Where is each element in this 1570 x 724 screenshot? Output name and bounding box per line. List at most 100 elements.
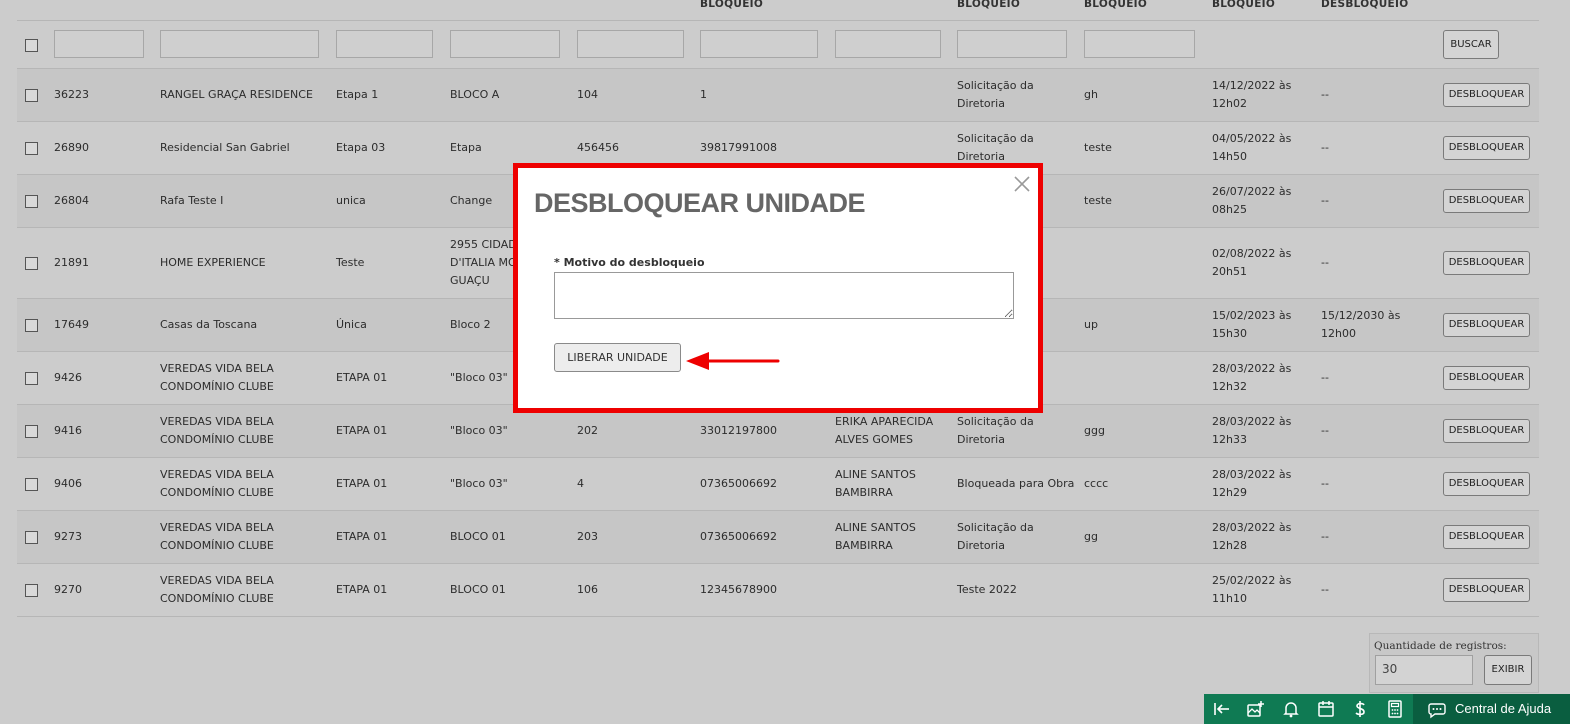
row-checkbox[interactable] bbox=[25, 584, 38, 597]
dollar-icon[interactable] bbox=[1350, 699, 1370, 719]
filter-cliente-input[interactable] bbox=[835, 30, 941, 58]
row-data-desbloqueio: -- bbox=[1321, 530, 1329, 543]
row-cliente: ALINE SANTOS BAMBIRRA bbox=[835, 468, 916, 499]
modal-title: DESBLOQUEAR UNIDADE bbox=[534, 188, 866, 218]
row-etapa: Única bbox=[336, 318, 367, 331]
motivo-textarea[interactable] bbox=[554, 272, 1014, 319]
buscar-button[interactable]: BUSCAR bbox=[1443, 30, 1499, 59]
liberar-unidade-button[interactable]: LIBERAR UNIDADE bbox=[554, 343, 681, 372]
row-unidade: 202 bbox=[577, 424, 598, 437]
row-empreendimento: Rafa Teste I bbox=[160, 194, 224, 207]
registros-label: Quantidade de registros: bbox=[1374, 640, 1507, 652]
row-data-bloqueio: 28/03/2022 às 12h29 bbox=[1212, 468, 1292, 499]
filter-cpf-input[interactable] bbox=[700, 30, 818, 58]
row-checkbox[interactable] bbox=[25, 257, 38, 270]
row-cpf: 39817991008 bbox=[700, 141, 777, 154]
table-row: 36223 RANGEL GRAÇA RESIDENCE Etapa 1 BLOCO … bbox=[17, 69, 1539, 122]
desbloquear-button[interactable]: DESBLOQUEAR bbox=[1443, 366, 1530, 390]
arrow-annotation-icon bbox=[686, 352, 780, 370]
table-header: BLOQUEIO BLOQUEIO BLOQUEIO BLOQUEIO DESB… bbox=[17, 0, 1539, 21]
row-data-desbloqueio: -- bbox=[1321, 583, 1329, 596]
row-checkbox[interactable] bbox=[25, 89, 38, 102]
exibir-button[interactable]: EXIBIR bbox=[1484, 655, 1532, 685]
select-all-checkbox[interactable] bbox=[25, 39, 38, 52]
row-data-desbloqueio: 15/12/2030 às 12h00 bbox=[1321, 309, 1401, 340]
row-id: 17649 bbox=[54, 318, 89, 331]
filter-row: BUSCAR bbox=[17, 21, 1539, 69]
filter-motivo-input[interactable] bbox=[957, 30, 1067, 58]
row-checkbox[interactable] bbox=[25, 372, 38, 385]
registros-input[interactable]: 30 bbox=[1375, 655, 1473, 685]
row-empreendimento: Residencial San Gabriel bbox=[160, 141, 290, 154]
row-bloco: Change bbox=[450, 194, 493, 207]
desbloquear-button[interactable]: DESBLOQUEAR bbox=[1443, 83, 1530, 107]
desbloquear-button[interactable]: DESBLOQUEAR bbox=[1443, 525, 1530, 549]
desbloquear-button[interactable]: DESBLOQUEAR bbox=[1443, 472, 1530, 496]
add-widget-icon[interactable] bbox=[1246, 699, 1266, 719]
row-etapa: unica bbox=[336, 194, 366, 207]
desbloquear-button[interactable]: DESBLOQUEAR bbox=[1443, 251, 1530, 275]
row-id: 9406 bbox=[54, 477, 82, 490]
row-obs: up bbox=[1084, 318, 1098, 331]
row-unidade: 106 bbox=[577, 583, 598, 596]
row-empreendimento: RANGEL GRAÇA RESIDENCE bbox=[160, 88, 313, 101]
row-motivo: Solicitação da Diretoria bbox=[957, 132, 1034, 163]
row-obs: gg bbox=[1084, 530, 1098, 543]
help-center-button[interactable]: Central de Ajuda bbox=[1413, 694, 1570, 724]
row-etapa: ETAPA 01 bbox=[336, 371, 388, 384]
row-data-bloqueio: 04/05/2022 às 14h50 bbox=[1212, 132, 1292, 163]
filter-bloco-input[interactable] bbox=[450, 30, 560, 58]
filter-etapa-input[interactable] bbox=[336, 30, 433, 58]
row-checkbox[interactable] bbox=[25, 425, 38, 438]
row-id: 21891 bbox=[54, 256, 89, 269]
help-center-label: Central de Ajuda bbox=[1455, 701, 1552, 716]
row-obs: ggg bbox=[1084, 424, 1105, 437]
row-cliente: ALINE SANTOS BAMBIRRA bbox=[835, 521, 916, 552]
row-data-bloqueio: 25/02/2022 às 11h10 bbox=[1212, 574, 1292, 605]
close-icon[interactable] bbox=[1012, 174, 1032, 194]
row-checkbox[interactable] bbox=[25, 142, 38, 155]
desbloquear-button[interactable]: DESBLOQUEAR bbox=[1443, 136, 1530, 160]
row-bloco: BLOCO 01 bbox=[450, 530, 506, 543]
desbloquear-button[interactable]: DESBLOQUEAR bbox=[1443, 578, 1530, 602]
row-unidade: 456456 bbox=[577, 141, 619, 154]
row-cpf: 33012197800 bbox=[700, 424, 777, 437]
filter-id-input[interactable] bbox=[54, 30, 144, 58]
calculator-icon[interactable] bbox=[1385, 699, 1405, 719]
row-bloco: "Bloco 03" bbox=[450, 371, 508, 384]
filter-empreendimento-input[interactable] bbox=[160, 30, 319, 58]
row-motivo: Solicitação da Diretoria bbox=[957, 415, 1034, 446]
row-bloco: "Bloco 03" bbox=[450, 477, 508, 490]
table-row: 9406 VEREDAS VIDA BELA CONDOMÍNIO CLUBE ET… bbox=[17, 458, 1539, 511]
desbloquear-button[interactable]: DESBLOQUEAR bbox=[1443, 313, 1530, 337]
filter-unidade-input[interactable] bbox=[577, 30, 684, 58]
row-id: 9426 bbox=[54, 371, 82, 384]
row-data-desbloqueio: -- bbox=[1321, 141, 1329, 154]
row-data-desbloqueio: -- bbox=[1321, 194, 1329, 207]
row-empreendimento: Casas da Toscana bbox=[160, 318, 258, 331]
row-obs: cccc bbox=[1084, 477, 1109, 490]
row-obs: teste bbox=[1084, 194, 1112, 207]
desbloquear-button[interactable]: DESBLOQUEAR bbox=[1443, 419, 1530, 443]
footer-toolbar: Central de Ajuda bbox=[1204, 694, 1570, 724]
row-unidade: 104 bbox=[577, 88, 598, 101]
row-checkbox[interactable] bbox=[25, 195, 38, 208]
row-empreendimento: VEREDAS VIDA BELA CONDOMÍNIO CLUBE bbox=[160, 521, 274, 552]
row-motivo: Solicitação da Diretoria bbox=[957, 79, 1034, 110]
bell-icon[interactable] bbox=[1281, 699, 1301, 719]
calendar-icon[interactable] bbox=[1316, 699, 1336, 719]
row-checkbox[interactable] bbox=[25, 531, 38, 544]
row-bloco: BLOCO A bbox=[450, 88, 500, 101]
row-unidade: 203 bbox=[577, 530, 598, 543]
row-checkbox[interactable] bbox=[25, 478, 38, 491]
desbloquear-button[interactable]: DESBLOQUEAR bbox=[1443, 189, 1530, 213]
row-bloco: "Bloco 03" bbox=[450, 424, 508, 437]
row-etapa: ETAPA 01 bbox=[336, 530, 388, 543]
collapse-left-icon[interactable] bbox=[1212, 699, 1232, 719]
filter-obs-input[interactable] bbox=[1084, 30, 1195, 58]
row-cliente: ERIKA APARECIDA ALVES GOMES bbox=[835, 415, 934, 446]
row-empreendimento: HOME EXPERIENCE bbox=[160, 256, 266, 269]
row-cpf: 07365006692 bbox=[700, 477, 777, 490]
table-row: 9270 VEREDAS VIDA BELA CONDOMÍNIO CLUBE ET… bbox=[17, 564, 1539, 617]
row-checkbox[interactable] bbox=[25, 319, 38, 332]
